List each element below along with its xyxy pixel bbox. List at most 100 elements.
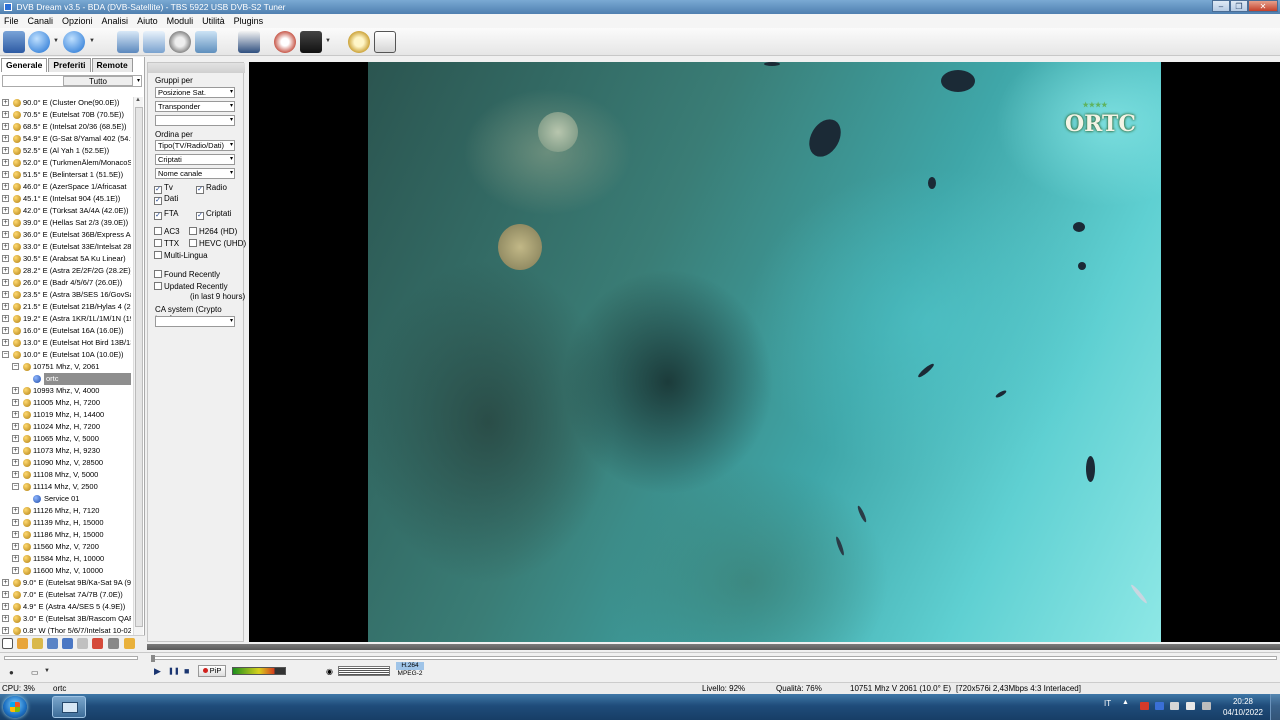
forward-icon[interactable] [63, 31, 85, 53]
speaker-icon[interactable]: ◉ [326, 667, 333, 676]
expand-icon[interactable]: + [2, 123, 9, 130]
ac3-checkbox[interactable]: AC3 [154, 227, 180, 236]
tree-row[interactable]: − 11114 Mhz, V, 2500 [0, 481, 131, 493]
tree-row[interactable]: +11560 Mhz, V, 7200 [0, 541, 131, 553]
show-desktop-button[interactable] [1270, 694, 1280, 720]
tab-preferiti[interactable]: Preferiti [48, 58, 91, 72]
folder-icon[interactable] [124, 638, 135, 649]
expand-icon[interactable]: + [2, 99, 9, 106]
tree-row[interactable]: +9.0° E (Eutelsat 9B/Ka-Sat 9A (9. [0, 577, 131, 589]
expand-icon[interactable]: + [2, 591, 9, 598]
expand-icon[interactable]: + [2, 255, 9, 262]
tree-row[interactable]: +46.0° E (AzerSpace 1/Africasat [0, 181, 131, 193]
tree-row[interactable]: +28.2° E (Astra 2E/2F/2G (28.2E)) [0, 265, 131, 277]
expand-icon[interactable]: + [2, 231, 9, 238]
remote-icon[interactable] [300, 31, 322, 53]
expand-icon[interactable]: + [2, 111, 9, 118]
play-button[interactable]: ▶ [154, 666, 161, 677]
expand-icon[interactable]: + [2, 135, 9, 142]
tree-row[interactable]: +70.5° E (Eutelsat 70B (70.5E)) [0, 109, 131, 121]
tree-scrollbar[interactable]: ▲ ▼ [133, 97, 143, 644]
group-by-select-1[interactable]: Posizione Sat. ▾ [155, 87, 235, 98]
service-row[interactable]: ortc [0, 373, 131, 385]
expand-icon[interactable]: + [2, 291, 9, 298]
expand-icon[interactable]: + [12, 387, 19, 394]
start-button[interactable] [3, 696, 27, 718]
channel-list-icon[interactable] [3, 31, 25, 53]
tree-row[interactable]: +52.0° E (TurkmenÄlem/MonacoSa [0, 157, 131, 169]
tree-row[interactable]: +16.0° E (Eutelsat 16A (16.0E)) [0, 325, 131, 337]
expand-icon[interactable]: + [2, 339, 9, 346]
collapse-icon[interactable] [2, 638, 13, 649]
h264-checkbox[interactable]: H264 (HD) [189, 227, 237, 236]
expand-icon[interactable]: + [2, 303, 9, 310]
expand-icon[interactable]: + [2, 183, 9, 190]
expand-icon[interactable]: + [2, 195, 9, 202]
menu-plugins[interactable]: Plugins [230, 14, 269, 28]
radio-checkbox[interactable]: ✓ Radio [196, 183, 227, 194]
expand-icon[interactable]: + [12, 507, 19, 514]
expand-icon[interactable]: + [12, 435, 19, 442]
stop-button[interactable]: ■ [184, 666, 189, 676]
expand-icon[interactable]: + [12, 567, 19, 574]
tree-row[interactable]: +11584 Mhz, H, 10000 [0, 553, 131, 565]
taskbar-app-dvbdream[interactable] [52, 696, 86, 718]
tree-row[interactable]: +33.0° E (Eutelsat 33E/Intelsat 28 ( [0, 241, 131, 253]
expand-icon[interactable]: + [2, 171, 9, 178]
language-indicator[interactable]: IT [1104, 699, 1111, 708]
multilingua-checkbox[interactable]: Multi-Lingua [154, 251, 208, 260]
expand-icon[interactable]: + [2, 615, 9, 622]
ttx-checkbox[interactable]: TTX [154, 239, 179, 248]
sort-icon[interactable] [17, 638, 28, 649]
tree-row[interactable]: +21.5° E (Eutelsat 21B/Hylas 4 (21 [0, 301, 131, 313]
tree-row[interactable]: +3.0° E (Eutelsat 3B/Rascom QAF [0, 613, 131, 625]
refresh-icon[interactable] [62, 638, 73, 649]
expand-icon[interactable]: + [2, 279, 9, 286]
collapse-icon[interactable]: − [2, 351, 9, 358]
seek-knob[interactable] [151, 655, 155, 662]
tree-row[interactable]: +11126 Mhz, H, 7120 [0, 505, 131, 517]
seek-slider[interactable] [151, 655, 1277, 662]
channel-filter-select[interactable]: Tutto ▾ [2, 75, 142, 87]
network-icon[interactable] [1170, 702, 1179, 710]
tree-row[interactable]: +11065 Mhz, V, 5000 [0, 433, 131, 445]
expand-icon[interactable]: + [2, 603, 9, 610]
expand-icon[interactable]: + [12, 423, 19, 430]
tree-row[interactable]: +11024 Mhz, H, 7200 [0, 421, 131, 433]
move-down-icon[interactable] [47, 638, 58, 649]
expand-icon[interactable]: + [12, 543, 19, 550]
sort-by-select-2[interactable]: Criptati ▾ [155, 154, 235, 165]
volume-icon[interactable] [1186, 702, 1195, 710]
tv-icon[interactable]: ▭ [31, 668, 39, 677]
tree-row[interactable]: +30.5° E (Arabsat 5A Ku Linear) [0, 253, 131, 265]
tree-row[interactable]: +26.0° E (Badr 4/5/6/7 (26.0E)) [0, 277, 131, 289]
group-by-select-3[interactable]: ▾ [155, 115, 235, 126]
expand-icon[interactable]: + [2, 219, 9, 226]
menu-utilita[interactable]: Utilità [198, 14, 230, 28]
tree-row[interactable]: +11005 Mhz, H, 7200 [0, 397, 131, 409]
tree-row[interactable]: +23.5° E (Astra 3B/SES 16/GovSat [0, 289, 131, 301]
criptati-checkbox[interactable]: ✓ Criptati [196, 209, 231, 220]
tree-row[interactable]: +11090 Mhz, V, 28500 [0, 457, 131, 469]
tv-dropdown-icon[interactable]: ▼ [44, 668, 50, 674]
group-by-select-2[interactable]: Transponder ▾ [155, 101, 235, 112]
tree-row[interactable]: +42.0° E (Türksat 3A/4A (42.0E)) [0, 205, 131, 217]
tab-remote[interactable]: Remote [91, 58, 133, 72]
expand-icon[interactable]: + [12, 411, 19, 418]
sort-by-select-1[interactable]: Tipo(TV/Radio/Dati) ▾ [155, 140, 235, 151]
tree-row[interactable]: +11186 Mhz, H, 15000 [0, 529, 131, 541]
tree-row[interactable]: +19.2° E (Astra 1KR/1L/1M/1N (19 [0, 313, 131, 325]
tree-row[interactable]: +11108 Mhz, V, 5000 [0, 469, 131, 481]
expand-icon[interactable]: + [2, 207, 9, 214]
menu-moduli[interactable]: Moduli [163, 14, 199, 28]
dati-checkbox[interactable]: ✓ Dati [154, 194, 178, 205]
scrollbar-thumb[interactable] [135, 107, 143, 627]
tree-row[interactable]: +54.9° E (G-Sat 8/Yamal 402 (54.9 [0, 133, 131, 145]
updated-recently-checkbox[interactable]: Updated Recently [154, 282, 228, 291]
tree-row[interactable]: +11073 Mhz, H, 9230 [0, 445, 131, 457]
record-icon[interactable]: ● [9, 668, 14, 677]
tv-checkbox[interactable]: ✓ Tv [154, 183, 173, 194]
tree-row[interactable]: +36.0° E (Eutelsat 36B/Express AM [0, 229, 131, 241]
menu-analisi[interactable]: Analisi [98, 14, 134, 28]
tree-row[interactable]: +45.1° E (Intelsat 904 (45.1E)) [0, 193, 131, 205]
